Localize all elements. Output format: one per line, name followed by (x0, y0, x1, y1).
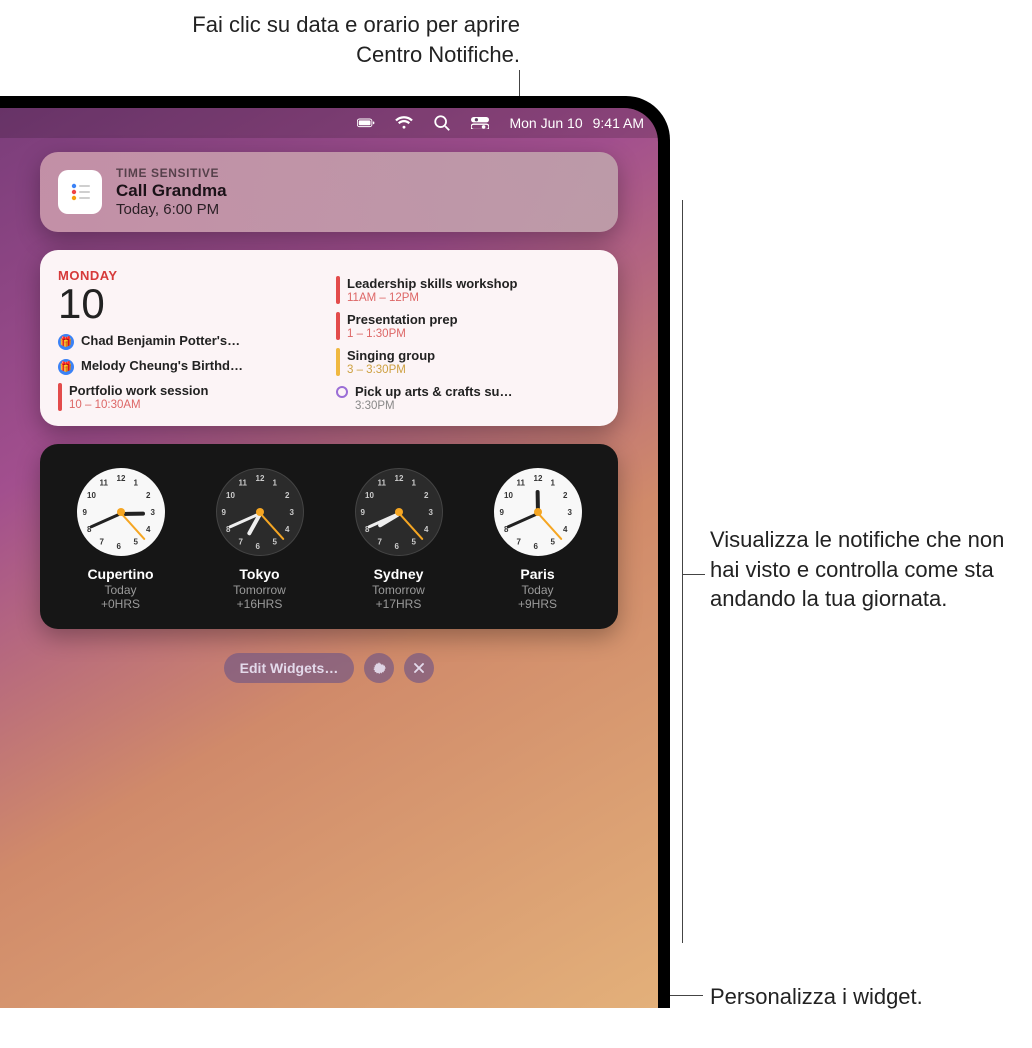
notification-subtitle: Today, 6:00 PM (116, 201, 227, 218)
calendar-day-number: 10 (58, 283, 322, 325)
calendar-event[interactable]: 🎁 Melody Cheung's Birthd… (58, 358, 322, 375)
screen: Mon Jun 10 9:41 AM TIME SENSITIVE Call G… (0, 108, 658, 1008)
calendar-event[interactable]: Portfolio work session10 – 10:30AM (58, 383, 322, 411)
birthday-icon: 🎁 (58, 334, 74, 350)
event-time: 3 – 3:30PM (347, 364, 600, 376)
menubar-time: 9:41 AM (593, 115, 644, 131)
menubar-datetime[interactable]: Mon Jun 10 9:41 AM (509, 115, 644, 131)
event-title: Pick up arts & crafts su… (355, 384, 600, 399)
calendar-event[interactable]: 🎁 Chad Benjamin Potter's… (58, 333, 322, 350)
birthday-icon: 🎁 (58, 359, 74, 375)
close-button[interactable] (404, 653, 434, 683)
calendar-event[interactable]: Leadership skills workshop11AM – 12PM (336, 276, 600, 304)
callout-top: Fai clic su data e orario per aprire Cen… (150, 10, 520, 69)
callout-bottom: Personalizza i widget. (710, 982, 1020, 1012)
event-time: 10 – 10:30AM (69, 399, 322, 411)
leader-line (682, 200, 683, 943)
leader-line (683, 574, 705, 575)
event-marker (336, 312, 340, 340)
notification-tag: TIME SENSITIVE (116, 166, 227, 180)
clock-day: Today (56, 583, 185, 597)
callout-right: Visualizza le notifiche che non hai vist… (710, 525, 1020, 614)
clock-day: Tomorrow (195, 583, 324, 597)
clock-paris: 123456789101112 ParisToday+9HRS (473, 468, 602, 611)
clock-day: Today (473, 583, 602, 597)
world-clock-widget[interactable]: 123456789101112CupertinoToday+0HRS123456… (40, 444, 618, 629)
control-center-icon[interactable] (471, 114, 489, 132)
calendar-event[interactable]: Pick up arts & crafts su…3:30PM (336, 384, 600, 412)
menubar-date: Mon Jun 10 (509, 115, 582, 131)
event-title: Presentation prep (347, 312, 600, 327)
event-title: Melody Cheung's Birthd… (81, 358, 322, 373)
event-time: 3:30PM (355, 400, 600, 412)
calendar-event[interactable]: Singing group3 – 3:30PM (336, 348, 600, 376)
event-marker (336, 386, 348, 398)
reminders-app-icon (58, 170, 102, 214)
event-time: 11AM – 12PM (347, 292, 600, 304)
clock-face: 123456789101112 (494, 468, 582, 556)
clock-offset: +16HRS (195, 597, 324, 611)
calendar-event[interactable]: Presentation prep1 – 1:30PM (336, 312, 600, 340)
clock-city: Sydney (334, 566, 463, 582)
event-marker (58, 383, 62, 411)
clock-cupertino: 123456789101112 CupertinoToday+0HRS (56, 468, 185, 611)
device-frame: Mon Jun 10 9:41 AM TIME SENSITIVE Call G… (0, 96, 670, 1008)
clock-offset: +0HRS (56, 597, 185, 611)
event-title: Chad Benjamin Potter's… (81, 333, 322, 348)
wifi-icon[interactable] (395, 114, 413, 132)
clock-sydney: 123456789101112 SydneyTomorrow+17HRS (334, 468, 463, 611)
calendar-widget[interactable]: MONDAY 10 🎁Chad Benjamin Potter's…🎁Melod… (40, 250, 618, 426)
clock-city: Tokyo (195, 566, 324, 582)
event-title: Singing group (347, 348, 600, 363)
clock-city: Cupertino (56, 566, 185, 582)
clock-city: Paris (473, 566, 602, 582)
search-icon[interactable] (433, 114, 451, 132)
edit-widgets-button[interactable]: Edit Widgets… (224, 653, 355, 683)
clock-day: Tomorrow (334, 583, 463, 597)
widget-controls: Edit Widgets… (40, 653, 618, 683)
clock-offset: +17HRS (334, 597, 463, 611)
event-marker (336, 276, 340, 304)
clock-face: 123456789101112 (216, 468, 304, 556)
event-marker (336, 348, 340, 376)
event-title: Portfolio work session (69, 383, 322, 398)
notification-title: Call Grandma (116, 181, 227, 201)
notification-card[interactable]: TIME SENSITIVE Call Grandma Today, 6:00 … (40, 152, 618, 232)
settings-button[interactable] (364, 653, 394, 683)
event-time: 1 – 1:30PM (347, 328, 600, 340)
notification-center: TIME SENSITIVE Call Grandma Today, 6:00 … (40, 152, 618, 683)
clock-face: 123456789101112 (77, 468, 165, 556)
menubar: Mon Jun 10 9:41 AM (0, 108, 658, 138)
clock-offset: +9HRS (473, 597, 602, 611)
event-title: Leadership skills workshop (347, 276, 600, 291)
clock-face: 123456789101112 (355, 468, 443, 556)
battery-icon[interactable] (357, 114, 375, 132)
clock-tokyo: 123456789101112 TokyoTomorrow+16HRS (195, 468, 324, 611)
